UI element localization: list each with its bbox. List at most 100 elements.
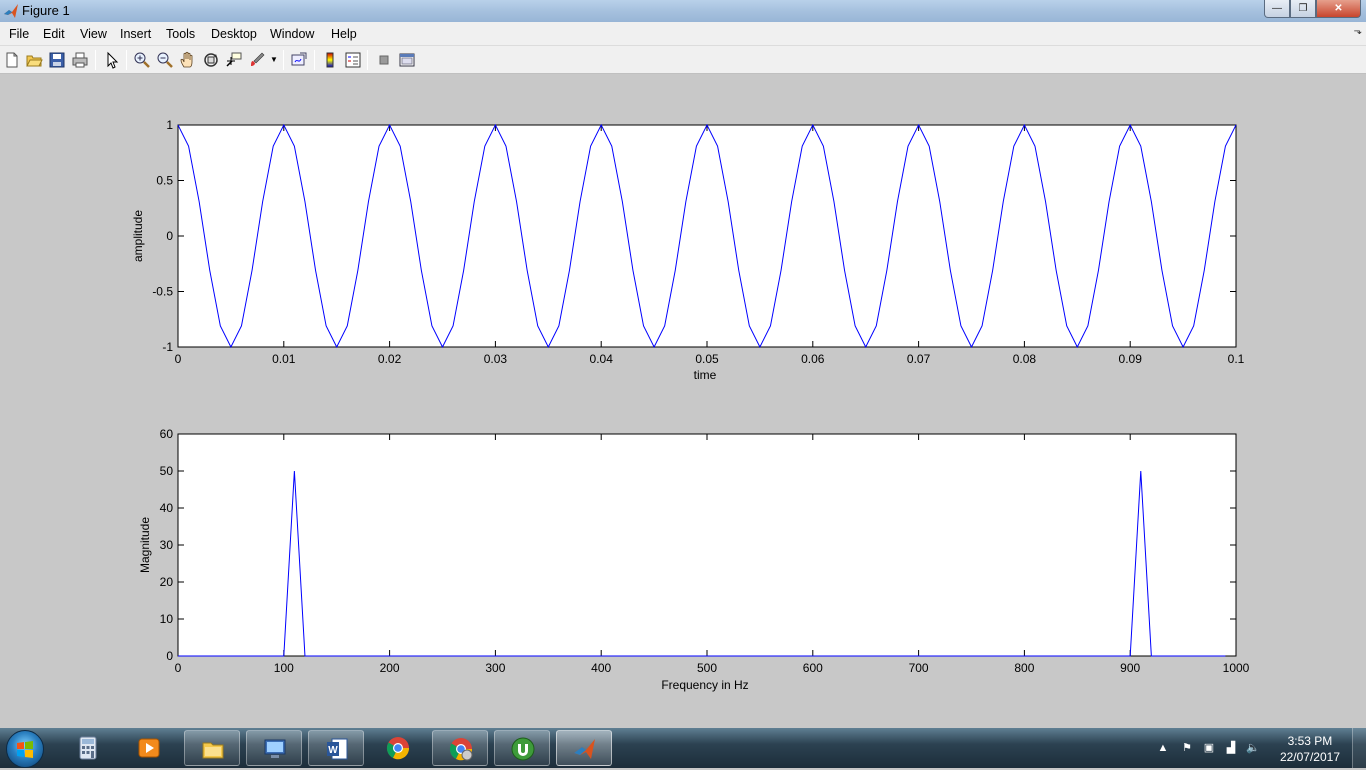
freq-xtick-label: 500 — [697, 661, 717, 675]
show-hidden-icons-arrow[interactable]: ▲ — [1156, 741, 1170, 755]
close-button[interactable]: ✕ — [1316, 0, 1361, 18]
menu-view[interactable]: View — [80, 27, 107, 41]
open-file-icon[interactable] — [25, 51, 43, 69]
brush-icon[interactable] — [248, 51, 266, 69]
menu-file[interactable]: File — [9, 27, 29, 41]
time-xtick-label: 0.04 — [590, 352, 614, 366]
file-explorer-icon — [202, 742, 224, 759]
time-xtick-label: 0.1 — [1228, 352, 1245, 366]
time-xtick-label: 0 — [175, 352, 182, 366]
clock-date: 22/07/2017 — [1279, 750, 1340, 764]
show-desktop-button[interactable] — [1352, 728, 1366, 768]
matlab-logo-icon — [4, 4, 18, 18]
print-figure-icon[interactable] — [71, 51, 89, 69]
time-ylabel: amplitude — [131, 210, 145, 262]
zoom-in-icon[interactable] — [133, 51, 151, 69]
hide-plot-tools-icon[interactable] — [375, 51, 393, 69]
freq-xtick-label: 800 — [1014, 661, 1034, 675]
volume-icon[interactable]: 🔈 — [1246, 741, 1260, 755]
rotate-3d-icon[interactable] — [202, 51, 220, 69]
menu-insert[interactable]: Insert — [120, 27, 151, 41]
chrome-user-icon — [449, 738, 473, 761]
taskbar-chrome[interactable] — [370, 730, 426, 766]
remote-desktop-icon — [264, 739, 286, 758]
taskbar-clock[interactable]: 3:53 PM 22/07/2017 — [1280, 733, 1340, 765]
signal-bars-icon[interactable]: ▟ — [1224, 741, 1238, 755]
freq-ytick-label: 20 — [160, 575, 174, 589]
time-xtick-label: 0.07 — [907, 352, 931, 366]
insert-colorbar-icon[interactable] — [321, 51, 339, 69]
minimize-icon: — — [1272, 3, 1282, 14]
start-button[interactable] — [6, 730, 44, 768]
window-title: Figure 1 — [22, 3, 70, 18]
menu-help[interactable]: Help — [331, 27, 357, 41]
data-cursor-icon[interactable] — [225, 51, 243, 69]
menu-edit[interactable]: Edit — [43, 27, 65, 41]
matlab-icon — [574, 739, 595, 759]
time-xtick-label: 0.03 — [484, 352, 508, 366]
time-ytick-label: -1 — [162, 340, 173, 354]
windows-taskbar: W ▲ ⚑ ▣ ▟ 🔈 3:53 PM 22/07/2017 — [0, 728, 1366, 768]
time-xtick-label: 0.09 — [1119, 352, 1143, 366]
calculator-icon — [79, 736, 97, 760]
utorrent-icon — [511, 737, 535, 761]
freq-xtick-label: 100 — [274, 661, 294, 675]
freq-xtick-label: 700 — [909, 661, 929, 675]
window-titlebar[interactable]: Figure 1 — ❐ ✕ — [0, 0, 1366, 22]
flag-icon[interactable]: ⚑ — [1180, 741, 1194, 755]
close-icon: ✕ — [1334, 3, 1343, 14]
taskbar-media-player[interactable] — [121, 730, 177, 766]
time-xtick-label: 0.08 — [1013, 352, 1037, 366]
menu-desktop[interactable]: Desktop — [211, 27, 257, 41]
time-ytick-label: -0.5 — [152, 285, 173, 299]
frequency-axes-box — [177, 433, 1237, 657]
freq-xtick-label: 900 — [1120, 661, 1140, 675]
figure-canvas: time amplitude 0 0.01 0.02 0.03 0.04 0.05 0.06… — [0, 75, 1366, 728]
menu-tools[interactable]: Tools — [166, 27, 195, 41]
zoom-out-icon[interactable] — [156, 51, 174, 69]
freq-ytick-label: 30 — [160, 538, 174, 552]
minimize-button[interactable]: — — [1264, 0, 1290, 18]
chrome-icon — [386, 737, 410, 760]
time-ytick-label: 0 — [166, 229, 173, 243]
svg-text:W: W — [328, 745, 338, 756]
link-plot-icon[interactable] — [290, 51, 308, 69]
menu-bar: File Edit View Insert Tools Desktop Wind… — [0, 22, 1366, 46]
brush-dropdown-icon[interactable]: ▼ — [270, 55, 278, 64]
time-ytick-label: 0.5 — [156, 174, 173, 188]
taskbar-remote-desktop[interactable] — [246, 730, 302, 766]
time-domain-axes[interactable]: time amplitude 0 0.01 0.02 0.03 0.04 0.05 0.06… — [131, 118, 1245, 382]
frequency-xlabel: Frequency in Hz — [661, 678, 748, 692]
figure-plots: time amplitude 0 0.01 0.02 0.03 0.04 0.05 0.06… — [131, 118, 1250, 692]
new-figure-icon[interactable] — [3, 51, 21, 69]
taskbar-calculator[interactable] — [60, 730, 116, 766]
time-xtick-label: 0.02 — [378, 352, 402, 366]
time-xtick-label: 0.06 — [801, 352, 825, 366]
freq-ytick-label: 60 — [160, 427, 174, 441]
freq-ytick-label: 40 — [160, 501, 174, 515]
show-plot-tools-icon[interactable] — [398, 51, 416, 69]
taskbar-matlab[interactable] — [556, 730, 612, 766]
frequency-domain-axes[interactable]: Frequency in Hz Magnitude 0 100 200 300 400 5… — [138, 427, 1250, 692]
time-xtick-label: 0.01 — [272, 352, 296, 366]
system-tray: ▲ ⚑ ▣ ▟ 🔈 3:53 PM 22/07/2017 — [1136, 728, 1366, 768]
menu-window[interactable]: Window — [270, 27, 314, 41]
maximize-button[interactable]: ❐ — [1290, 0, 1316, 18]
media-player-icon — [138, 738, 160, 758]
insert-legend-icon[interactable] — [344, 51, 362, 69]
freq-xtick-label: 300 — [485, 661, 505, 675]
figure-toolbar: ▼ — [0, 46, 1366, 74]
network-device-icon[interactable]: ▣ — [1202, 741, 1216, 755]
clock-time: 3:53 PM — [1287, 734, 1333, 748]
taskbar-word[interactable]: W — [308, 730, 364, 766]
save-figure-icon[interactable] — [48, 51, 66, 69]
dock-arrow-icon[interactable]: ⬎ — [1354, 26, 1362, 37]
taskbar-chrome-user[interactable] — [432, 730, 488, 766]
taskbar-file-explorer[interactable] — [184, 730, 240, 766]
taskbar-utorrent[interactable] — [494, 730, 550, 766]
edit-plot-arrow-icon[interactable] — [103, 51, 121, 69]
restore-icon: ❐ — [1298, 3, 1308, 14]
pan-hand-icon[interactable] — [179, 51, 197, 69]
freq-xtick-label: 600 — [803, 661, 823, 675]
time-axes-box — [177, 124, 1237, 348]
